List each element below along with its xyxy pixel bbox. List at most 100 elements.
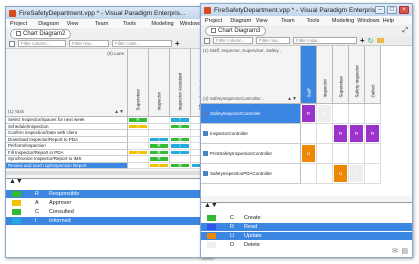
menu-project[interactable]: Project bbox=[205, 18, 230, 24]
task-header: (1) Task bbox=[8, 109, 24, 114]
menu-tools[interactable]: Tools bbox=[123, 21, 151, 27]
legend-item[interactable]: A Approver bbox=[6, 199, 212, 207]
column-header[interactable]: Supervisor bbox=[333, 46, 349, 104]
column-header[interactable]: Safety Inspector bbox=[349, 46, 365, 104]
legend-item[interactable]: I Informed bbox=[6, 217, 212, 225]
menu-diagram[interactable]: Diagram bbox=[230, 18, 255, 24]
matrix-cell[interactable]: U bbox=[333, 164, 349, 184]
row-header[interactable]: InspectorController bbox=[201, 124, 301, 144]
refresh-icon[interactable]: ↻ bbox=[368, 37, 374, 45]
scrollbar[interactable] bbox=[6, 171, 212, 175]
expand-icon[interactable]: ⤢ bbox=[402, 27, 408, 35]
matrix-cell[interactable] bbox=[317, 164, 333, 184]
legend-swatch bbox=[12, 209, 21, 215]
matrix-cell[interactable]: C bbox=[317, 104, 333, 124]
matrix-cell[interactable]: U bbox=[301, 144, 317, 164]
legend-label: Read bbox=[244, 224, 258, 230]
matrix-cell[interactable]: R bbox=[333, 124, 349, 144]
legend-item[interactable]: R Responsible bbox=[6, 190, 212, 198]
column-header[interactable]: Defect bbox=[365, 46, 381, 104]
matrix-cell[interactable] bbox=[128, 162, 149, 169]
filter-column-input[interactable]: Filter column... bbox=[213, 37, 253, 44]
matrix-cell[interactable] bbox=[333, 144, 349, 164]
cell-code: R bbox=[366, 125, 379, 142]
menu-project[interactable]: Project bbox=[10, 21, 38, 27]
menu-diagram[interactable]: Diagram bbox=[38, 21, 66, 27]
row-header[interactable]: PrintSafetyInspectionController bbox=[201, 144, 301, 164]
matrix-cell[interactable] bbox=[301, 124, 317, 144]
matrix-cell[interactable]: R bbox=[365, 124, 381, 144]
legend-code: I bbox=[35, 218, 37, 224]
matrix-cell[interactable]: A bbox=[149, 162, 170, 169]
cell-code: I bbox=[171, 117, 189, 122]
legend-item[interactable]: C Consulted bbox=[6, 208, 212, 216]
column-header[interactable]: Inspector Assistant bbox=[170, 49, 191, 117]
menu-windows[interactable]: Windows bbox=[357, 18, 382, 24]
legend-code: C bbox=[35, 209, 39, 215]
legend-swatch bbox=[207, 242, 216, 248]
matrix-grid: (1) Staff, Inspector, Supervisor, Safety… bbox=[201, 46, 412, 196]
breadcrumb: Chart Diagram2 bbox=[6, 28, 212, 39]
matrix-cell[interactable]: R bbox=[349, 124, 365, 144]
diagram-tab[interactable]: Chart Diagram2 bbox=[10, 28, 72, 39]
row-header[interactable]: Review and touch up/Inspection Report bbox=[6, 162, 128, 169]
menu-tools[interactable]: Tools bbox=[307, 18, 332, 24]
legend-sort-icon[interactable]: ▲▼ bbox=[204, 202, 218, 209]
row-header[interactable]: SafetyInspectionPDAController bbox=[201, 164, 301, 184]
menu-modeling[interactable]: Modeling bbox=[151, 21, 179, 27]
sort-icon[interactable]: ▲▼ bbox=[114, 109, 124, 115]
cell-code: A bbox=[129, 124, 147, 129]
toggle-icon[interactable] bbox=[204, 37, 210, 44]
legend-code: R bbox=[35, 191, 39, 197]
add-icon[interactable]: + bbox=[175, 39, 180, 48]
matrix-cell[interactable] bbox=[365, 164, 381, 184]
menu-view[interactable]: View bbox=[67, 21, 95, 27]
document-icon[interactable]: ▤ bbox=[401, 247, 408, 255]
matrix-cell[interactable] bbox=[349, 144, 365, 164]
menu-view[interactable]: View bbox=[256, 18, 281, 24]
sort-icon[interactable]: ▲▼ bbox=[287, 96, 297, 102]
close-button[interactable]: × bbox=[399, 6, 409, 14]
menu-team[interactable]: Team bbox=[281, 18, 306, 24]
legend-item[interactable]: R Read bbox=[201, 223, 412, 231]
menu-modeling[interactable]: Modeling bbox=[332, 18, 357, 24]
filter-column-input[interactable]: Filter column... bbox=[18, 40, 66, 47]
matrix-cell[interactable]: C bbox=[349, 164, 365, 184]
legend-sort-icon[interactable]: ▲▼ bbox=[9, 178, 23, 185]
menu-team[interactable]: Team bbox=[95, 21, 123, 27]
diagram-name: Chart Diagram2 bbox=[23, 30, 66, 37]
column-header[interactable]: Supervisor bbox=[128, 49, 149, 117]
filter-code-input[interactable]: Filter code... bbox=[112, 40, 172, 47]
column-header[interactable]: Staff bbox=[301, 46, 317, 104]
column-header[interactable]: Inspector bbox=[317, 46, 333, 104]
matrix-cell[interactable] bbox=[365, 104, 381, 124]
matrix-cell[interactable] bbox=[349, 104, 365, 124]
title-bar[interactable]: FireSafetyDepartment.vpp * - Visual Para… bbox=[201, 4, 412, 16]
diagram-tab[interactable]: Chart Diagram3 bbox=[205, 25, 267, 36]
row-header[interactable]: SafetyInspectorController bbox=[201, 104, 301, 124]
matrix-cell[interactable] bbox=[317, 144, 333, 164]
minimize-button[interactable]: – bbox=[375, 6, 385, 14]
folder-icon[interactable] bbox=[376, 38, 384, 43]
legend-item[interactable]: C Create bbox=[201, 214, 412, 222]
matrix-cell[interactable] bbox=[365, 144, 381, 164]
menu-help[interactable]: Help bbox=[383, 18, 408, 24]
row-label: SafetyInspectorController bbox=[210, 111, 261, 116]
matrix-cell[interactable] bbox=[301, 164, 317, 184]
filter-row-input[interactable]: Filter row... bbox=[69, 40, 109, 47]
cell-code: R bbox=[302, 105, 315, 122]
column-header[interactable]: Inspector bbox=[149, 49, 170, 117]
add-icon[interactable]: + bbox=[360, 36, 365, 45]
matrix-cell[interactable] bbox=[317, 124, 333, 144]
matrix-cell[interactable] bbox=[333, 104, 349, 124]
mail-icon[interactable]: ✉ bbox=[392, 247, 398, 255]
title-bar[interactable]: FireSafetyDepartment.vpp * - Visual Para… bbox=[6, 7, 212, 19]
legend-item[interactable]: D Delete bbox=[201, 241, 412, 249]
filter-row-input[interactable]: Filter row... bbox=[256, 37, 290, 44]
matrix-cell[interactable]: R bbox=[301, 104, 317, 124]
maximize-button[interactable]: □ bbox=[387, 6, 397, 14]
toggle-icon[interactable] bbox=[9, 40, 15, 47]
matrix-cell[interactable]: R bbox=[170, 162, 191, 169]
filter-code-input[interactable]: Filter code... bbox=[293, 37, 357, 44]
legend-item[interactable]: U Update bbox=[201, 232, 412, 240]
